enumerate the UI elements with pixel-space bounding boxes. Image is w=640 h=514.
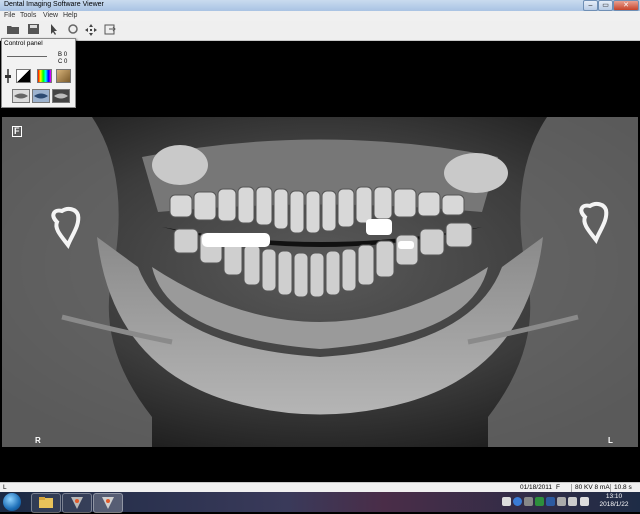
brightness-label: B 0	[58, 52, 68, 58]
pano-view-icon[interactable]	[12, 89, 30, 103]
close-button[interactable]: ✕	[613, 0, 639, 11]
clock-date: 2018/1/22	[599, 501, 629, 508]
sepia-filter-icon[interactable]	[56, 69, 71, 83]
file-explorer-icon[interactable]	[31, 493, 61, 513]
image-viewer[interactable]: F R L	[0, 41, 640, 482]
restore-button[interactable]: ▭	[598, 0, 613, 11]
control-panel-title: Control panel	[4, 40, 43, 47]
menu-file[interactable]: File	[4, 12, 15, 19]
status-exposure: 80 KV 8 mA	[575, 484, 610, 491]
menu-help[interactable]: Help	[63, 12, 77, 19]
network-signal-icon[interactable]	[568, 497, 577, 506]
toolbar	[0, 21, 640, 41]
contrast-label: C 0	[58, 59, 68, 65]
minimize-button[interactable]: –	[583, 0, 598, 11]
open-folder-icon[interactable]	[6, 24, 20, 36]
start-button-icon[interactable]	[3, 493, 21, 511]
status-left: L	[3, 484, 7, 491]
level-slider-icon[interactable]	[5, 69, 11, 83]
left-side-marker: L	[608, 436, 613, 445]
color-map-icon[interactable]	[37, 69, 52, 83]
status-separator	[571, 484, 572, 492]
cursor-icon[interactable]	[47, 24, 61, 36]
clock-time: 13:10	[605, 493, 623, 500]
help-tray-icon[interactable]	[513, 497, 522, 506]
status-flag: F	[556, 484, 560, 491]
image-corner-marker: F	[12, 126, 22, 137]
control-panel: Control panel B 0 C 0	[1, 38, 76, 108]
app-tray-icon[interactable]	[524, 497, 533, 506]
panoramic-xray-image[interactable]: F R L	[2, 117, 638, 447]
taskbar: 13:10 2018/1/22	[0, 492, 640, 513]
pano-inverted-icon[interactable]	[52, 89, 70, 103]
save-icon[interactable]	[26, 24, 40, 36]
right-side-marker: R	[35, 436, 41, 445]
status-exposure-time: 10.8 s	[614, 484, 632, 491]
menu-tools[interactable]: Tools	[20, 12, 36, 19]
security-tray-icon[interactable]	[546, 497, 555, 506]
measure-icon[interactable]	[66, 24, 80, 36]
display-tray-icon[interactable]	[557, 497, 566, 506]
brightness-contrast-slider[interactable]	[7, 56, 47, 57]
contrast-icon[interactable]	[16, 69, 31, 83]
volume-icon[interactable]	[580, 497, 589, 506]
export-icon[interactable]	[103, 24, 117, 36]
pano-enhanced-icon[interactable]	[32, 89, 50, 103]
status-date: 01/18/2011	[520, 484, 553, 491]
window-title: Dental Imaging Software Viewer	[4, 1, 104, 8]
taskbar-clock[interactable]: 13:10 2018/1/22	[594, 493, 634, 509]
window-titlebar: Dental Imaging Software Viewer – ▭ ✕	[0, 0, 640, 11]
dental-viewer-task-icon[interactable]	[93, 493, 123, 513]
network-tray-icon[interactable]	[535, 497, 544, 506]
dental-app-icon[interactable]	[62, 493, 92, 513]
status-separator	[610, 484, 611, 492]
menu-view[interactable]: View	[43, 12, 58, 19]
pan-icon[interactable]	[84, 24, 98, 36]
tray-arrow-icon[interactable]	[502, 497, 511, 506]
